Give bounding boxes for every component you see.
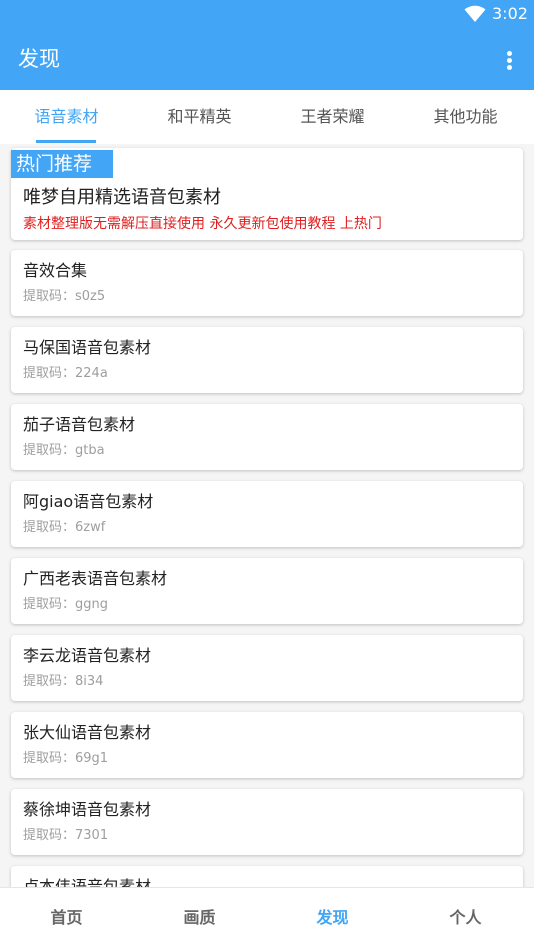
nav-discover[interactable]: 发现 [266,888,399,949]
tab-bar: 语音素材 和平精英 王者荣耀 其他功能 [0,90,534,144]
nav-profile[interactable]: 个人 [399,888,532,949]
list-item-title: 阿giao语音包素材 [23,492,154,511]
list-item-title: 音效合集 [23,261,88,280]
list-item-code: 提取码：69g1 [23,751,109,766]
tab-honor-of-kings[interactable]: 王者荣耀 [266,90,399,144]
list-item-code: 提取码：gtba [23,443,105,458]
list-item-title: 李云龙语音包素材 [23,646,152,665]
list-item-title: 广西老表语音包素材 [23,569,168,588]
list-item[interactable]: 茄子语音包素材 提取码：gtba [11,404,523,470]
page-title: 发现 [18,47,60,71]
hot-recommend-tag: 热门推荐 [11,150,113,178]
tab-other-features[interactable]: 其他功能 [399,90,532,144]
tab-indicator [36,140,96,143]
list-item[interactable]: 张大仙语音包素材 提取码：69g1 [11,712,523,778]
list-item[interactable]: 音效合集 提取码：s0z5 [11,250,523,316]
more-vert-icon[interactable] [496,46,524,74]
hot-title: 唯梦自用精选语音包素材 [23,187,221,208]
hot-description: 素材整理版无需解压直接使用 永久更新包使用教程 上热门 [23,216,382,232]
discover-screen: 3:02 发现 语音素材 和平精英 王者荣耀 其他功能 热门推荐 唯梦自用精选语… [0,0,534,949]
list-item-title: 蔡徐坤语音包素材 [23,800,152,819]
list-item[interactable]: 蔡徐坤语音包素材 提取码：7301 [11,789,523,855]
status-time: 3:02 [492,4,528,23]
wifi-icon [464,5,486,22]
list-item[interactable]: 阿giao语音包素材 提取码：6zwf [11,481,523,547]
nav-home[interactable]: 首页 [0,888,133,949]
list-item-code: 提取码：ggng [23,597,108,612]
list-item[interactable]: 卢本伟语音包素材 [11,866,523,887]
list-item[interactable]: 广西老表语音包素材 提取码：ggng [11,558,523,624]
list-item-code: 提取码：224a [23,366,108,381]
status-bar: 3:02 [0,0,534,30]
list-item-title: 马保国语音包素材 [23,338,152,357]
list-item-title: 卢本伟语音包素材 [23,877,152,887]
tab-voice-material[interactable]: 语音素材 [0,90,133,144]
list-item-title: 张大仙语音包素材 [23,723,152,742]
tab-peace-elite[interactable]: 和平精英 [133,90,266,144]
list-item-code: 提取码：8i34 [23,674,104,689]
list-item[interactable]: 李云龙语音包素材 提取码：8i34 [11,635,523,701]
app-bar: 发现 [0,30,534,90]
nav-quality[interactable]: 画质 [133,888,266,949]
list-item-code: 提取码：6zwf [23,520,106,535]
list-item[interactable]: 马保国语音包素材 提取码：224a [11,327,523,393]
hot-recommend-card[interactable]: 热门推荐 唯梦自用精选语音包素材 素材整理版无需解压直接使用 永久更新包使用教程… [11,148,523,240]
list-item-code: 提取码：s0z5 [23,289,106,304]
list-item-title: 茄子语音包素材 [23,415,136,434]
bottom-nav: 首页 画质 发现 个人 [0,887,534,949]
list-item-code: 提取码：7301 [23,828,109,843]
material-list[interactable]: 热门推荐 唯梦自用精选语音包素材 素材整理版无需解压直接使用 永久更新包使用教程… [0,144,534,887]
